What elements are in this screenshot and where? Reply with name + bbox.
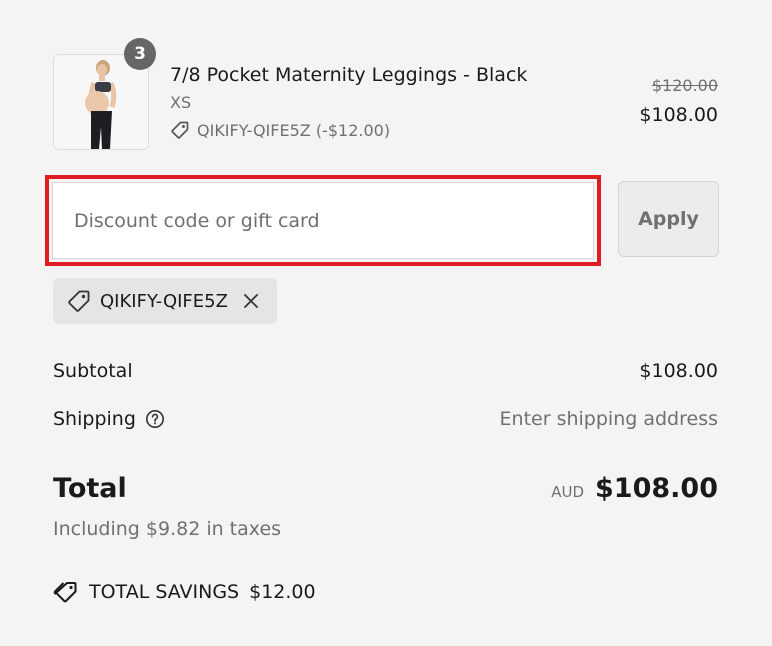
product-discount-line: QIKIFY-QIFE5Z (-$12.00): [170, 120, 390, 140]
shipping-label: Shipping: [53, 408, 136, 430]
shipping-row: Shipping: [53, 408, 165, 430]
savings-value: $12.00: [249, 581, 316, 603]
product-price: $108.00: [639, 104, 718, 126]
total-label: Total: [53, 473, 127, 504]
product-title: 7/8 Pocket Maternity Leggings - Black: [170, 64, 528, 86]
close-icon[interactable]: [243, 293, 259, 309]
product-variant: XS: [170, 93, 192, 112]
tag-icon: [68, 290, 90, 312]
total-value: $108.00: [595, 473, 718, 504]
product-discount-text: QIKIFY-QIFE5Z (-$12.00): [197, 120, 391, 140]
shipping-value: Enter shipping address: [499, 408, 718, 430]
taxes-note: Including $9.82 in taxes: [53, 518, 282, 540]
discount-code-input[interactable]: [52, 182, 594, 259]
savings-label: TOTAL SAVINGS: [89, 581, 240, 603]
currency-code: AUD: [551, 483, 585, 501]
remove-discount-button[interactable]: [243, 293, 259, 309]
savings-tag-icon: [53, 582, 77, 603]
total-savings: TOTAL SAVINGS $12.00: [53, 580, 316, 604]
discount-field-highlight: [45, 175, 601, 266]
apply-button[interactable]: Apply: [618, 181, 719, 257]
tag-icon: [171, 121, 189, 139]
subtotal-label: Subtotal: [53, 360, 133, 382]
subtotal-value: $108.00: [639, 360, 718, 382]
original-price: $120.00: [651, 76, 718, 95]
help-icon[interactable]: [145, 409, 165, 429]
applied-discount-code: QIKIFY-QIFE5Z: [100, 290, 228, 312]
quantity-badge: 3: [124, 38, 156, 70]
shipping-info-button[interactable]: [145, 409, 165, 429]
applied-discount-chip: QIKIFY-QIFE5Z: [53, 278, 277, 324]
total-price: AUD $108.00: [551, 473, 718, 504]
